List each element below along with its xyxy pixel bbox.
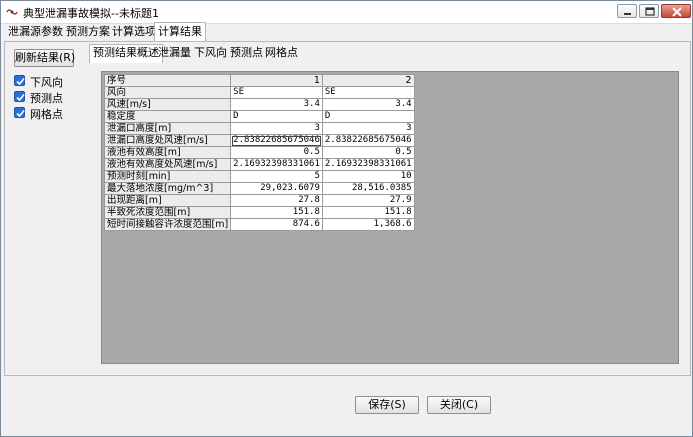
row-header-cell[interactable]: 稳定度 <box>103 110 232 123</box>
table-cell[interactable]: 3.4 <box>230 98 323 111</box>
table-cell[interactable]: 27.9 <box>321 194 415 207</box>
subtab-prediction-points[interactable]: 预测点 <box>227 45 266 61</box>
checkbox-label: 预测点 <box>30 92 63 105</box>
table-cell[interactable]: 151.8 <box>321 206 415 219</box>
table-row: 液池有效高度处风速[m/s] 2.16932398331061 2.16932398… <box>103 158 415 171</box>
subtab-leak-amount[interactable]: 泄漏量 <box>155 45 194 61</box>
checkbox-checked-icon[interactable] <box>14 75 25 86</box>
close-window-button[interactable] <box>661 4 691 18</box>
table-row: 预测时刻[min] 5 10 <box>103 170 415 183</box>
subtab-downwind[interactable]: 下风向 <box>191 45 230 61</box>
row-header-cell[interactable]: 最大落地浓度[mg/m^3] <box>103 182 232 195</box>
checkbox-checked-icon[interactable] <box>14 91 25 102</box>
table-cell[interactable]: 0.5 <box>230 146 323 159</box>
table-cell[interactable]: 874.6 <box>230 218 323 231</box>
results-table: 序号 1 2 风向 SE SE 风速[m/s] 3.4 3.4 稳定度 D D 泄漏口高度[m] 3 3 泄漏… <box>103 74 415 231</box>
table-cell[interactable]: 5 <box>230 170 323 183</box>
subtab-grid-points[interactable]: 网格点 <box>262 45 301 61</box>
table-cell[interactable]: 2.16932398331061 <box>321 158 415 171</box>
maximize-button[interactable] <box>639 4 659 18</box>
tab-source-params[interactable]: 泄漏源参数 <box>5 23 66 40</box>
row-header-cell[interactable]: 风速[m/s] <box>103 98 232 111</box>
main-window: 典型泄漏事故模拟--未标题1 泄漏源参数 预测方案 计算选项 计算结果 刷新结果… <box>0 0 693 437</box>
row-header-cell[interactable]: 泄漏口高度[m] <box>103 122 232 135</box>
table-cell[interactable]: 1,368.6 <box>321 218 415 231</box>
table-cell[interactable]: SE <box>230 86 323 99</box>
row-header-cell[interactable]: 液池有效高度[m] <box>103 146 232 159</box>
table-cell[interactable]: 0.5 <box>321 146 415 159</box>
table-cell[interactable]: 3 <box>321 122 415 135</box>
table-cell[interactable]: 2.83822685675046 <box>321 134 415 147</box>
column-header-cell[interactable]: 1 <box>230 74 323 87</box>
maximize-icon <box>645 7 655 16</box>
refresh-results-button[interactable]: 刷新结果(R) <box>14 49 75 67</box>
table-cell[interactable]: 2.83822685675046 <box>230 134 323 147</box>
table-cell[interactable]: D <box>321 110 415 123</box>
row-header-cell[interactable]: 出现距离[m] <box>103 194 232 207</box>
table-cell[interactable]: 29,023.6079 <box>230 182 323 195</box>
row-header-cell[interactable]: 泄漏口高度处风速[m/s] <box>103 134 232 147</box>
table-row: 半致死浓度范围[m] 151.8 151.8 <box>103 206 415 219</box>
results-panel: 刷新结果(R) 下风向 预测点 网格点 预测结果概述 泄漏量 下风向 预测点 网… <box>4 41 691 376</box>
table-cell[interactable]: 151.8 <box>230 206 323 219</box>
minimize-button[interactable] <box>617 4 637 18</box>
close-icon <box>672 7 682 17</box>
table-row: 风速[m/s] 3.4 3.4 <box>103 98 415 111</box>
table-row: 稳定度 D D <box>103 110 415 123</box>
window-title: 典型泄漏事故模拟--未标题1 <box>23 7 159 20</box>
table-cell[interactable]: 2.16932398331061 <box>230 158 323 171</box>
subtab-overview[interactable]: 预测结果概述 <box>89 44 163 63</box>
app-icon <box>6 9 18 15</box>
row-header-cell[interactable]: 半致死浓度范围[m] <box>103 206 232 219</box>
table-header-row: 序号 1 2 <box>103 74 415 87</box>
minimize-icon <box>624 13 631 15</box>
table-cell[interactable]: 27.8 <box>230 194 323 207</box>
table-cell[interactable]: 3 <box>230 122 323 135</box>
save-button[interactable]: 保存(S) <box>355 396 419 414</box>
column-header-cell[interactable]: 2 <box>321 74 415 87</box>
table-row: 短时间接触容许浓度范围[m] 874.6 1,368.6 <box>103 218 415 231</box>
row-header-cell[interactable]: 序号 <box>103 74 232 87</box>
checkbox-label: 下风向 <box>30 76 63 89</box>
table-row: 泄漏口高度[m] 3 3 <box>103 122 415 135</box>
table-cell[interactable]: SE <box>321 86 415 99</box>
checkbox-checked-icon[interactable] <box>14 107 25 118</box>
table-cell[interactable]: 10 <box>321 170 415 183</box>
row-header-cell[interactable]: 液池有效高度处风速[m/s] <box>103 158 232 171</box>
table-cell[interactable]: D <box>230 110 323 123</box>
checkbox-label: 网格点 <box>30 108 63 121</box>
close-button[interactable]: 关闭(C) <box>427 396 491 414</box>
table-cell[interactable]: 28,516.0385 <box>321 182 415 195</box>
table-row: 风向 SE SE <box>103 86 415 99</box>
tab-calc-results[interactable]: 计算结果 <box>154 22 206 42</box>
row-header-cell[interactable]: 短时间接触容许浓度范围[m] <box>103 218 232 231</box>
title-bar: 典型泄漏事故模拟--未标题1 <box>1 1 692 24</box>
table-row: 最大落地浓度[mg/m^3] 29,023.6079 28,516.0385 <box>103 182 415 195</box>
results-grid-panel: 序号 1 2 风向 SE SE 风速[m/s] 3.4 3.4 稳定度 D D 泄漏口高度[m] 3 3 泄漏… <box>101 71 679 364</box>
table-row: 出现距离[m] 27.8 27.9 <box>103 194 415 207</box>
table-row: 液池有效高度[m] 0.5 0.5 <box>103 146 415 159</box>
tab-prediction-plan[interactable]: 预测方案 <box>63 23 113 40</box>
tab-calc-options[interactable]: 计算选项 <box>109 23 159 40</box>
table-row: 泄漏口高度处风速[m/s] 2.83822685675046 2.838226856… <box>103 134 415 147</box>
row-header-cell[interactable]: 风向 <box>103 86 232 99</box>
row-header-cell[interactable]: 预测时刻[min] <box>103 170 232 183</box>
table-cell[interactable]: 3.4 <box>321 98 415 111</box>
